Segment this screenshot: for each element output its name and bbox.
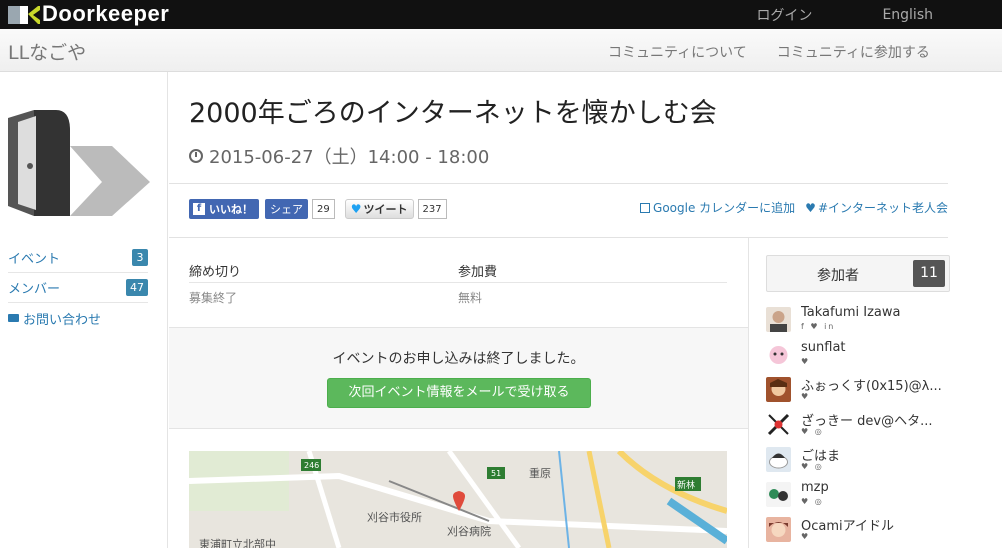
attendee-name[interactable]: sunflat bbox=[801, 340, 951, 355]
sidebar-item-members[interactable]: メンバー 47 bbox=[8, 273, 148, 303]
attendee-name[interactable]: Ocamiアイドル bbox=[801, 515, 951, 534]
attendee-social-icons[interactable]: ♥ bbox=[801, 392, 810, 401]
attendee-item[interactable]: sunflat ♥ bbox=[766, 340, 952, 375]
attendee-social-icons[interactable]: ♥ bbox=[801, 357, 810, 366]
attendee-item[interactable]: ごはま ♥ ◎ bbox=[766, 445, 952, 480]
event-datetime: 2015-06-27（土）14:00 - 18:00 bbox=[189, 143, 489, 169]
attendee-item[interactable]: ざっきー dev@ヘタ... ♥ ◎ bbox=[766, 410, 952, 445]
event-title: 2000年ごろのインターネットを懐かしむ会 bbox=[189, 98, 717, 129]
event-info-table: 締め切り 参加費 募集終了 無料 bbox=[189, 258, 727, 311]
social-buttons: f いいね！ シェア 29 ♥ ツイート 237 bbox=[189, 199, 447, 219]
attendee-social-icons[interactable]: ♥ bbox=[801, 532, 810, 541]
facebook-count: 29 bbox=[312, 199, 335, 219]
sidebar-item-events[interactable]: イベント 3 bbox=[8, 243, 148, 273]
events-count-badge: 3 bbox=[132, 249, 148, 266]
facebook-like-label: いいね！ bbox=[209, 203, 253, 216]
attendee-name[interactable]: mzp bbox=[801, 480, 951, 495]
facebook-share-button[interactable]: シェア bbox=[265, 199, 308, 219]
attendee-item[interactable]: mzp ♥ ◎ bbox=[766, 480, 952, 515]
deadline-header: 締め切り bbox=[189, 264, 242, 280]
attendee-social-icons[interactable]: ♥ ◎ bbox=[801, 427, 824, 436]
sidebar-item-label: お問い合わせ bbox=[23, 312, 102, 328]
sidebar-item-label: メンバー bbox=[8, 282, 61, 297]
attendees-panel: 参加者 11 Takafumi Izawa f ♥ in sunflat ♥ ふ… bbox=[750, 238, 1002, 548]
brand-name: Doorkeeper bbox=[42, 1, 170, 26]
language-link[interactable]: English bbox=[882, 7, 933, 23]
attendees-title: 参加者 bbox=[817, 268, 859, 284]
sidebar-item-contact[interactable]: お問い合わせ bbox=[8, 303, 148, 333]
community-bar: LLなごや コミュニティについて コミュニティに参加する bbox=[0, 29, 1002, 72]
avatar bbox=[766, 517, 791, 542]
event-datetime-text: 2015-06-27（土）14:00 - 18:00 bbox=[209, 147, 490, 168]
twitter-bird-icon: ♥ bbox=[350, 202, 362, 216]
map-label-school: 東浦町立北部中 bbox=[199, 537, 276, 548]
attendees-list: Takafumi Izawa f ♥ in sunflat ♥ ふぉっくす(0x… bbox=[766, 305, 952, 548]
avatar bbox=[766, 342, 791, 367]
registration-closed-message: イベントのお申し込みは終了しました。 bbox=[332, 351, 585, 367]
hashtag-label: #インターネット老人会 bbox=[817, 201, 948, 215]
tweet-button[interactable]: ♥ ツイート bbox=[344, 199, 414, 219]
community-logo-icon[interactable] bbox=[8, 110, 150, 216]
divider bbox=[169, 183, 948, 184]
attendees-header[interactable]: 参加者 11 bbox=[766, 255, 950, 292]
twitter-bird-icon: ♥ bbox=[805, 200, 816, 215]
attendee-social-icons[interactable]: f ♥ in bbox=[801, 322, 835, 331]
attendees-count-badge: 11 bbox=[913, 260, 945, 287]
clock-icon bbox=[189, 149, 203, 163]
attendee-item[interactable]: ふぉっくす(0x15)@λ... ♥ bbox=[766, 375, 952, 410]
avatar bbox=[766, 307, 791, 332]
fee-header: 参加費 bbox=[458, 264, 498, 280]
fee-value: 無料 bbox=[458, 290, 483, 305]
google-calendar-label: Google カレンダーに追加 bbox=[653, 201, 796, 215]
attendee-name[interactable]: Takafumi Izawa bbox=[801, 305, 951, 320]
calendar-icon bbox=[640, 202, 651, 213]
event-main: 締め切り 参加費 募集終了 無料 イベントのお申し込みは終了しました。 次回イベ… bbox=[169, 238, 749, 548]
google-calendar-link[interactable]: Google カレンダーに追加 bbox=[640, 199, 795, 216]
sidebar-item-label: イベント bbox=[8, 252, 61, 267]
map-label-51: 51 bbox=[491, 469, 501, 478]
top-bar: Doorkeeper ログイン English bbox=[0, 0, 1002, 29]
join-community-link[interactable]: コミュニティに参加する bbox=[777, 42, 930, 62]
sidebar: イベント 3 メンバー 47 お問い合わせ bbox=[0, 72, 168, 548]
attendee-name[interactable]: ふぉっくす(0x15)@λ... bbox=[801, 375, 951, 394]
doorkeeper-logo-icon bbox=[8, 6, 40, 24]
facebook-icon: f bbox=[193, 203, 205, 215]
doorkeeper-logo[interactable]: Doorkeeper bbox=[6, 1, 170, 26]
map-graphic: 246 51 重原 刈谷市役所 刈谷病院 新林 東浦町立北部中 bbox=[189, 451, 727, 548]
event-map[interactable]: 246 51 重原 刈谷市役所 刈谷病院 新林 東浦町立北部中 bbox=[189, 451, 727, 548]
envelope-icon bbox=[8, 314, 19, 322]
avatar bbox=[766, 482, 791, 507]
attendee-item[interactable]: Ocamiアイドル ♥ bbox=[766, 515, 952, 548]
hashtag-link[interactable]: ♥ #インターネット老人会 bbox=[805, 199, 948, 216]
registration-box: イベントのお申し込みは終了しました。 次回イベント情報をメールで受け取る bbox=[169, 327, 748, 429]
tweet-label: ツイート bbox=[363, 203, 408, 216]
community-name[interactable]: LLなごや bbox=[8, 38, 86, 65]
about-community-link[interactable]: コミュニティについて bbox=[608, 42, 747, 62]
event-actions: Google カレンダーに追加 ♥ #インターネット老人会 bbox=[630, 199, 948, 216]
map-label-shigehara: 重原 bbox=[529, 466, 551, 480]
attendee-social-icons[interactable]: ♥ ◎ bbox=[801, 462, 824, 471]
avatar bbox=[766, 377, 791, 402]
facebook-like-button[interactable]: f いいね！ bbox=[189, 199, 259, 219]
login-link[interactable]: ログイン bbox=[756, 5, 812, 25]
deadline-value: 募集終了 bbox=[189, 290, 238, 305]
avatar bbox=[766, 412, 791, 437]
map-label-shinbayashi: 新林 bbox=[677, 479, 695, 491]
tweet-count: 237 bbox=[417, 199, 447, 219]
members-count-badge: 47 bbox=[126, 279, 148, 296]
attendee-social-icons[interactable]: ♥ ◎ bbox=[801, 497, 824, 506]
avatar bbox=[766, 447, 791, 472]
subscribe-next-event-button[interactable]: 次回イベント情報をメールで受け取る bbox=[327, 378, 591, 408]
attendee-item[interactable]: Takafumi Izawa f ♥ in bbox=[766, 305, 952, 340]
map-label-hospital: 刈谷病院 bbox=[447, 524, 491, 538]
map-label-246: 246 bbox=[304, 461, 319, 470]
map-label-city-hall: 刈谷市役所 bbox=[367, 510, 422, 524]
